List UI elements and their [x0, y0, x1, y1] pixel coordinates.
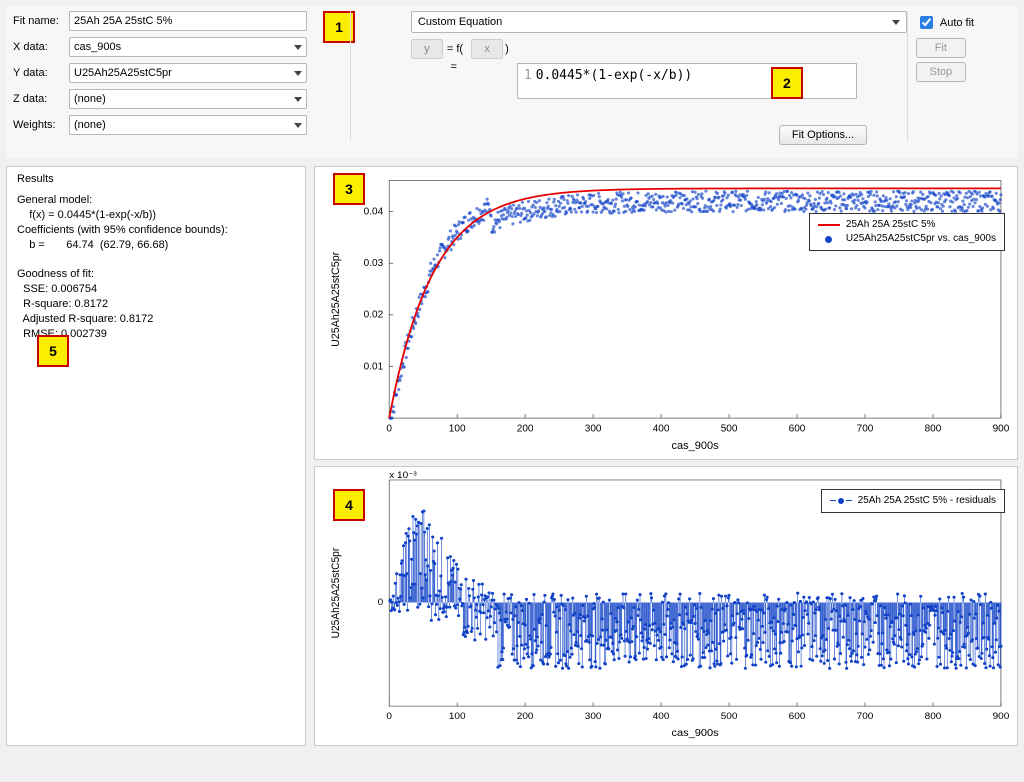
equation-type-select[interactable]: Custom Equation	[411, 11, 907, 33]
fit-name-label: Fit name:	[13, 15, 69, 27]
svg-text:400: 400	[653, 711, 670, 722]
chevron-down-icon	[294, 45, 302, 50]
svg-text:500: 500	[721, 711, 738, 722]
callout-marker-3: 3	[333, 173, 365, 205]
lower-panel: Results General model: f(x) = 0.0445*(1-…	[6, 166, 1018, 746]
svg-text:600: 600	[789, 424, 806, 435]
fit-config-panel: Fit name: 1 X data: cas_900s Y data: U25…	[6, 6, 1018, 158]
chevron-down-icon	[294, 71, 302, 76]
x-data-label: X data:	[13, 41, 69, 53]
svg-text:800: 800	[925, 424, 942, 435]
svg-text:500: 500	[721, 424, 738, 435]
equation-input[interactable]: 10.0445*(1-exp(-x/b))	[517, 63, 857, 99]
chevron-down-icon	[294, 97, 302, 102]
svg-text:0: 0	[386, 711, 392, 722]
callout-marker-5: 5	[37, 335, 69, 367]
y-var-box: y	[411, 39, 443, 59]
svg-text:700: 700	[857, 424, 874, 435]
x-data-select[interactable]: cas_900s	[69, 37, 307, 57]
svg-text:200: 200	[517, 711, 534, 722]
svg-text:800: 800	[925, 711, 942, 722]
callout-marker-2: 2	[771, 67, 803, 99]
svg-text:U25Ah25A25stC5pr: U25Ah25A25stC5pr	[330, 251, 342, 347]
y-data-select[interactable]: U25Ah25A25stC5pr	[69, 63, 307, 83]
svg-text:cas_900s: cas_900s	[671, 440, 719, 452]
fit-actions-column: Auto fit Fit Stop	[907, 11, 1011, 141]
svg-text:900: 900	[993, 424, 1010, 435]
paren-close: )	[505, 43, 509, 55]
stop-button[interactable]: Stop	[916, 62, 966, 82]
svg-text:700: 700	[857, 711, 874, 722]
residuals-plot-legend: 25Ah 25A 25stC 5% - residuals	[821, 489, 1005, 513]
fit-plot[interactable]: 3 0 100 200 300 400 500 600 700 800 900 0.01 0.02 0.…	[314, 166, 1018, 460]
svg-text:0.04: 0.04	[364, 207, 384, 218]
svg-text:0: 0	[386, 424, 392, 435]
z-data-label: Z data:	[13, 93, 69, 105]
fit-options-button[interactable]: Fit Options...	[779, 125, 867, 145]
chevron-down-icon	[892, 20, 900, 25]
fit-plot-svg: 0 100 200 300 400 500 600 700 800 900 0.01 0.02 0.03…	[315, 167, 1017, 459]
equation-column: Custom Equation y = f( x ) = 10.0445*(1-…	[350, 11, 907, 141]
svg-text:100: 100	[449, 424, 466, 435]
results-body: General model: f(x) = 0.0445*(1-exp(-x/b…	[17, 193, 295, 341]
fit-plot-legend: 25Ah 25A 25stC 5% U25Ah25A25stC5pr vs. c…	[809, 213, 1005, 251]
svg-text:U25Ah25A25stC5pr: U25Ah25A25stC5pr	[330, 547, 342, 638]
results-title: Results	[17, 173, 295, 185]
svg-text:0.03: 0.03	[364, 258, 384, 269]
equals-label: =	[411, 61, 463, 73]
svg-text:400: 400	[653, 424, 670, 435]
weights-select[interactable]: (none)	[69, 115, 307, 135]
svg-text:0: 0	[378, 598, 384, 609]
svg-text:100: 100	[449, 711, 466, 722]
chevron-down-icon	[294, 123, 302, 128]
svg-text:300: 300	[585, 424, 602, 435]
svg-text:900: 900	[993, 711, 1010, 722]
plot-column: 3 01002003004005006007008009000.010.020.…	[314, 166, 1018, 746]
weights-label: Weights:	[13, 119, 69, 131]
fit-name-input[interactable]	[69, 11, 307, 31]
svg-text:cas_900s: cas_900s	[671, 727, 718, 739]
svg-text:0.02: 0.02	[364, 310, 384, 321]
residuals-plot[interactable]: 4 0100200300400500600700800900-4-20246ca…	[314, 466, 1018, 746]
data-selection-column: Fit name: 1 X data: cas_900s Y data: U25…	[13, 11, 350, 141]
svg-text:200: 200	[517, 424, 534, 435]
z-data-select[interactable]: (none)	[69, 89, 307, 109]
equals-f-label: = f(	[447, 43, 463, 55]
fit-button[interactable]: Fit	[916, 38, 966, 58]
x-var-box: x	[471, 39, 503, 59]
auto-fit-label: Auto fit	[940, 17, 974, 29]
y-data-label: Y data:	[13, 67, 69, 79]
results-panel: Results General model: f(x) = 0.0445*(1-…	[6, 166, 306, 746]
auto-fit-checkbox[interactable]	[920, 16, 933, 29]
callout-marker-4: 4	[333, 489, 365, 521]
svg-text:x 10⁻³: x 10⁻³	[389, 470, 417, 481]
svg-text:300: 300	[585, 711, 602, 722]
svg-text:0.01: 0.01	[364, 361, 384, 372]
svg-text:600: 600	[789, 711, 806, 722]
